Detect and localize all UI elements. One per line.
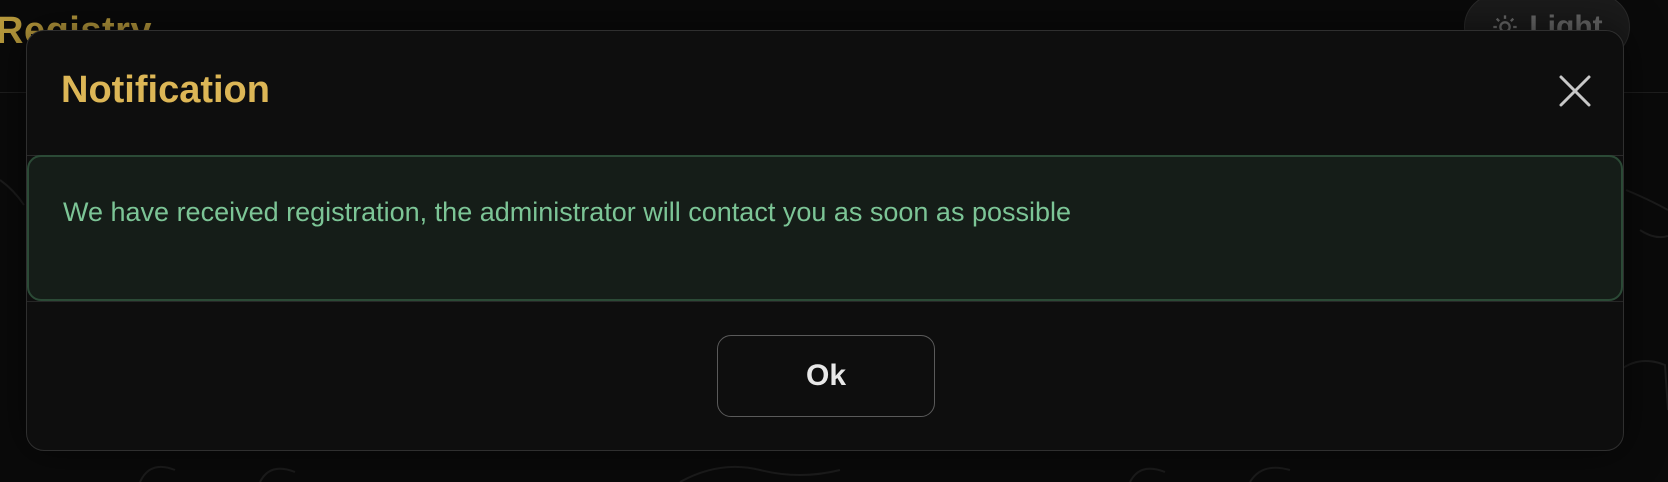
close-icon [1559, 75, 1591, 107]
alert-message: We have received registration, the admin… [63, 197, 1072, 227]
modal-header: Notification [27, 31, 1623, 156]
success-alert: We have received registration, the admin… [27, 155, 1623, 301]
notification-modal: Notification We have received registrati… [26, 30, 1624, 451]
ok-button[interactable]: Ok [717, 335, 935, 417]
modal-title: Notification [61, 69, 270, 111]
close-button[interactable] [1557, 73, 1593, 109]
modal-footer: Ok [27, 301, 1623, 450]
